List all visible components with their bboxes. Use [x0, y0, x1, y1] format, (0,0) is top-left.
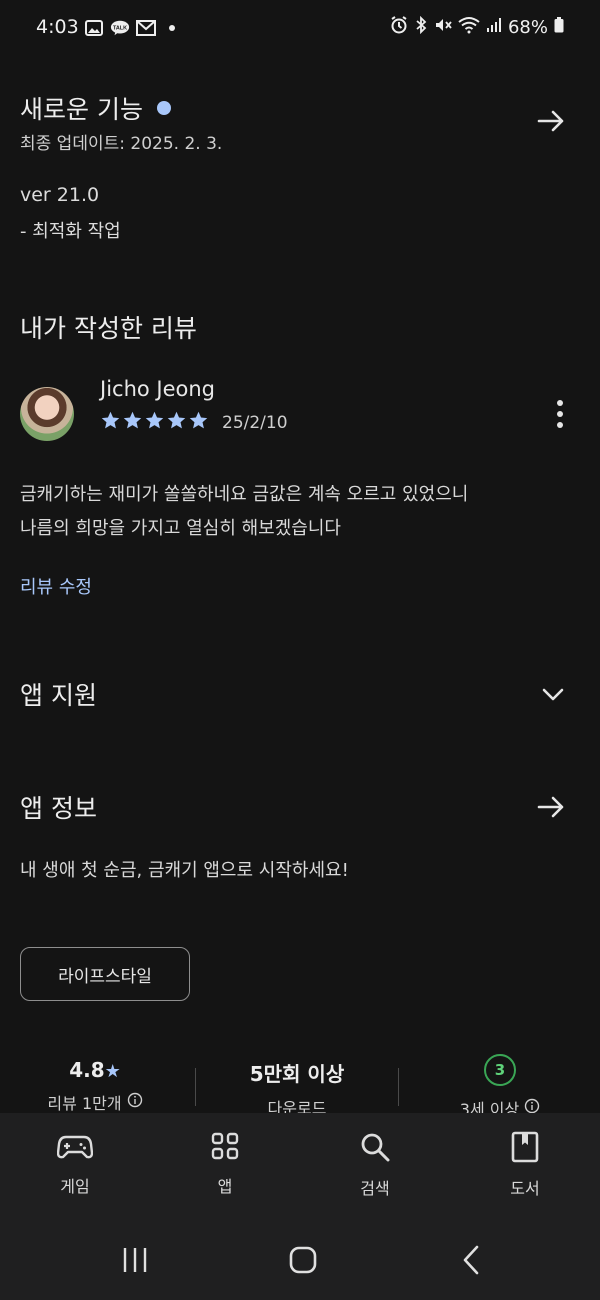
- image-icon: [84, 18, 104, 38]
- star-icon: [145, 411, 164, 429]
- book-icon: [510, 1131, 540, 1167]
- release-notes: - 최적화 작업: [20, 221, 121, 242]
- gamepad-icon: [56, 1135, 94, 1165]
- app-description: 내 생애 첫 순금, 금캐기 앱으로 시작하세요!: [20, 860, 349, 881]
- chevron-down-icon[interactable]: [538, 680, 568, 714]
- nav-games-label: 게임: [60, 1177, 90, 1196]
- version-text: ver 21.0: [20, 184, 100, 206]
- apps-grid-icon: [210, 1132, 240, 1165]
- review-rating-stars: [100, 410, 209, 431]
- star-icon: [189, 411, 208, 429]
- battery-text: 68%: [507, 17, 548, 38]
- nav-apps-label: 앱: [217, 1177, 233, 1196]
- nav-books-label: 도서: [510, 1179, 540, 1198]
- rating-star-icon: ★: [104, 1061, 121, 1082]
- alarm-icon: [390, 16, 408, 39]
- whats-new-title: 새로운 기능: [20, 95, 143, 124]
- star-icon: [101, 411, 120, 429]
- dot-icon: [162, 18, 182, 38]
- star-icon: [167, 411, 186, 429]
- svg-text:TALK: TALK: [113, 25, 127, 31]
- review-date: 25/2/10: [222, 413, 288, 433]
- nav-search-label: 검색: [360, 1179, 390, 1198]
- status-time: 4:03: [36, 16, 79, 38]
- more-options-icon[interactable]: [548, 398, 572, 434]
- info-icon: [127, 1092, 143, 1112]
- rating-stat[interactable]: 4.8★ 리뷰 1만개: [20, 1058, 170, 1114]
- review-text-line-2: 나름의 희망을 가지고 열심히 해보겠습니다: [20, 518, 341, 539]
- edit-review-link[interactable]: 리뷰 수정: [20, 573, 92, 599]
- kakaotalk-icon: TALK: [110, 18, 130, 38]
- star-icon: [123, 411, 142, 429]
- system-nav-bar: [0, 1223, 600, 1300]
- avatar: [20, 387, 74, 441]
- nav-apps[interactable]: 앱: [165, 1131, 285, 1197]
- signal-icon: [486, 17, 502, 38]
- age-rating-badge: 3: [484, 1054, 516, 1086]
- whats-new-arrow-icon[interactable]: [536, 106, 566, 140]
- search-icon: [359, 1133, 391, 1167]
- nav-games[interactable]: 게임: [15, 1131, 135, 1197]
- app-info-title[interactable]: 앱 정보: [20, 789, 97, 825]
- battery-icon: [554, 17, 564, 38]
- whats-new-header[interactable]: 새로운 기능: [20, 90, 171, 126]
- app-info-arrow-icon[interactable]: [536, 792, 566, 826]
- my-review-title: 내가 작성한 리뷰: [20, 314, 197, 343]
- recent-apps-icon[interactable]: [120, 1245, 150, 1279]
- rating-value: 4.8: [69, 1058, 105, 1082]
- status-left-icons: TALK: [84, 18, 182, 38]
- nav-books[interactable]: 도서: [465, 1131, 585, 1199]
- last-updated: 최종 업데이트: 2025. 2. 3.: [20, 134, 223, 154]
- mute-icon: [434, 16, 452, 39]
- wifi-icon: [458, 16, 480, 39]
- bluetooth-icon: [414, 15, 428, 39]
- category-chip[interactable]: 라이프스타일: [20, 947, 190, 1001]
- bottom-nav: 게임 앱 검색 도서: [0, 1113, 600, 1223]
- mail-icon: [136, 18, 156, 38]
- nav-search[interactable]: 검색: [315, 1131, 435, 1199]
- rating-label: 리뷰 1만개: [47, 1094, 122, 1113]
- stat-divider: [398, 1068, 399, 1106]
- home-icon[interactable]: [288, 1245, 318, 1279]
- downloads-value: 5만회 이상: [249, 1062, 345, 1086]
- review-text-line-1: 금캐기하는 재미가 쏠쏠하네요 금값은 계속 오르고 있었으니: [20, 484, 469, 505]
- new-indicator-dot: [156, 101, 171, 115]
- age-rating-stat[interactable]: 3 3세 이상: [420, 1054, 580, 1120]
- rating-value-row: 4.8★: [20, 1058, 170, 1082]
- back-icon[interactable]: [456, 1245, 486, 1279]
- app-support-title[interactable]: 앱 지원: [20, 676, 97, 712]
- stat-divider: [195, 1068, 196, 1106]
- downloads-stat: 5만회 이상 다운로드: [212, 1058, 382, 1119]
- review-author: Jicho Jeong: [100, 377, 216, 401]
- status-right: 68%: [390, 15, 564, 39]
